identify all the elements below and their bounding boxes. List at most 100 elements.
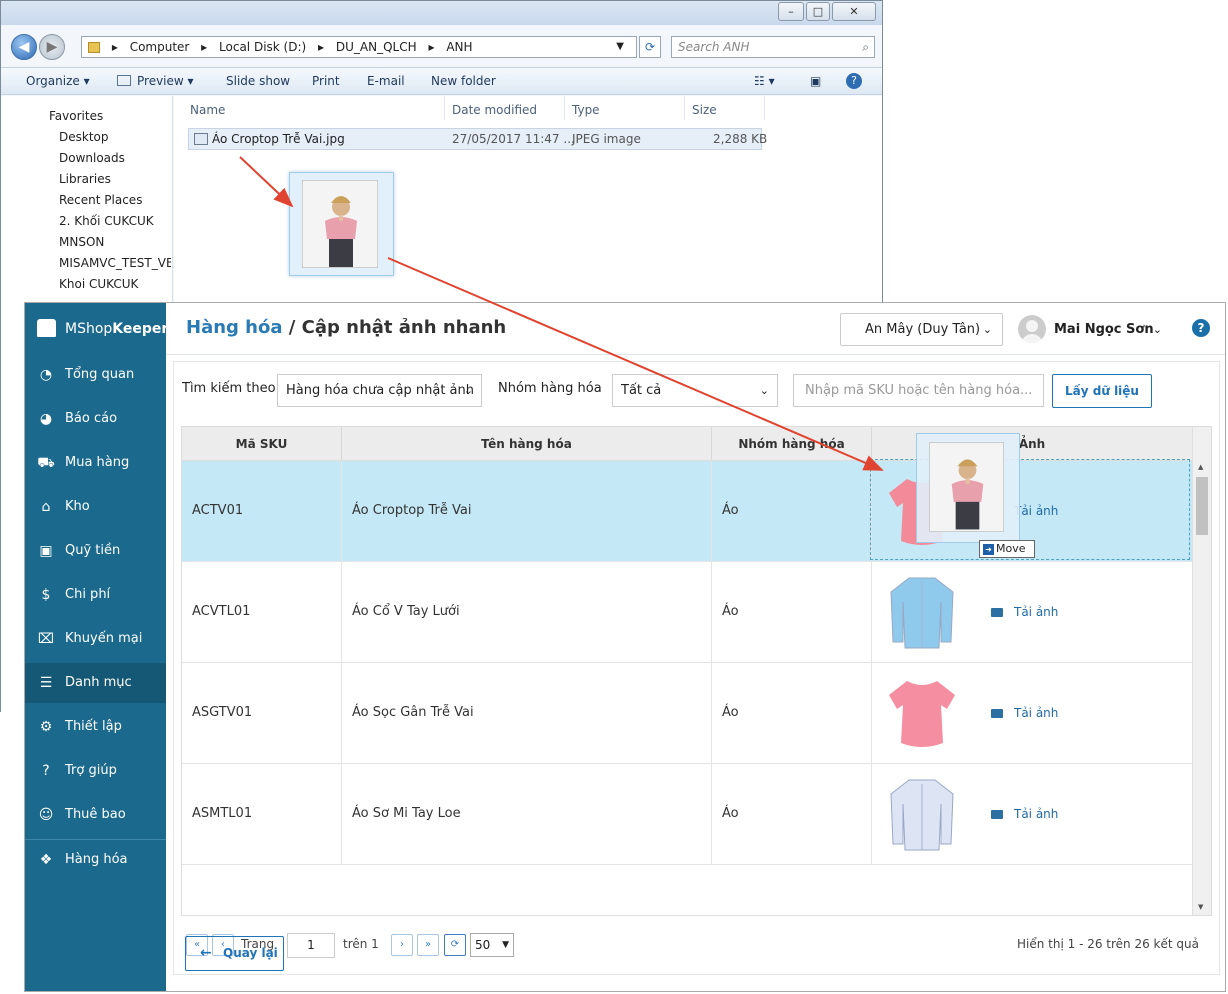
upload-image-button[interactable]: Tải ảnh (991, 764, 1058, 864)
table-row[interactable]: ASMTL01 Áo Sơ Mi Tay Loe Áo Tải ảnh (182, 764, 1192, 865)
column-date-modified[interactable]: Date modified (452, 103, 537, 117)
app-logo[interactable]: MShopKeeper (25, 303, 168, 355)
breadcrumb-folder[interactable]: ANH (446, 40, 472, 54)
view-options-icon[interactable]: ☷ ▾ (754, 74, 775, 88)
nav-khoi-cukcuk-2[interactable]: 2. Khối CUKCUK (59, 214, 193, 228)
upload-image-button[interactable]: Tải ảnh (991, 562, 1058, 662)
table-row[interactable]: ASGTV01 Áo Sọc Gân Trễ Vai Áo Tải ảnh (182, 663, 1192, 764)
chevron-down-icon: ⌄ (759, 384, 769, 397)
header-product-group[interactable]: Nhóm hàng hóa (712, 427, 872, 461)
nav-misamvc[interactable]: MISAMVC_TEST_VER (59, 256, 171, 270)
breadcrumb-computer[interactable]: Computer (130, 40, 190, 54)
bank-icon: ⌂ (41, 499, 51, 515)
cart-icon: ⛟ (37, 455, 55, 471)
sidebar-item-settings[interactable]: ⚙ Thiết lập (25, 707, 166, 747)
minimize-button[interactable]: – (778, 2, 804, 21)
folder-icon (991, 810, 1003, 819)
column-size[interactable]: Size (692, 103, 717, 117)
nav-downloads[interactable]: Downloads (59, 151, 193, 165)
dragging-image-thumbnail[interactable] (916, 433, 1020, 543)
sidebar-item-products[interactable]: ❖ Hàng hóa (25, 840, 166, 880)
folder-icon (991, 608, 1003, 617)
file-name: Áo Croptop Trễ Vai.jpg (212, 132, 345, 146)
slideshow-button[interactable]: Slide show (226, 74, 290, 88)
print-button[interactable]: Print (312, 74, 340, 88)
page-size-select[interactable]: 50 ▼ (470, 933, 514, 957)
header-product-name[interactable]: Tên hàng hóa (342, 427, 712, 461)
explorer-search-input[interactable]: Search ANH ⌕ (671, 36, 875, 58)
back-nav-button[interactable]: ◀ (11, 34, 37, 60)
new-folder-button[interactable]: New folder (431, 74, 496, 88)
email-button[interactable]: E-mail (367, 74, 405, 88)
help-button[interactable]: ? (1192, 319, 1210, 337)
chevron-down-icon[interactable]: ▼ (616, 37, 624, 57)
scrollbar-thumb[interactable] (1196, 477, 1208, 535)
cell-product-group: Áo (712, 764, 872, 864)
file-row[interactable]: Áo Croptop Trễ Vai.jpg 27/05/2017 11:47 … (188, 128, 767, 150)
sidebar-item-cash[interactable]: ▣ Quỹ tiền (25, 531, 166, 571)
page-count: trên 1 (343, 937, 379, 951)
preview-menu[interactable]: Preview ▾ (117, 74, 194, 88)
woman-photo (929, 442, 1004, 532)
fetch-data-button[interactable]: Lấy dữ liệu (1052, 374, 1152, 408)
woman-photo (302, 180, 378, 268)
nav-khoi-cukcuk[interactable]: Khoi CUKCUK (59, 277, 193, 291)
chevron-down-icon: ⌄ (463, 384, 473, 397)
product-group-select[interactable]: Tất cả ⌄ (612, 374, 778, 407)
dashboard-icon: ◔ (39, 367, 53, 383)
product-image (887, 774, 957, 901)
sidebar-item-promotions[interactable]: ⌧ Khuyến mại (25, 619, 166, 659)
table-row[interactable]: ACVTL01 Áo Cổ V Tay Lưới Áo Tải ảnh (182, 562, 1192, 663)
scroll-up-arrow[interactable]: ▲ (1198, 463, 1203, 471)
page-number-input[interactable]: 1 (287, 933, 335, 958)
back-button[interactable]: ← Quay lại (185, 936, 284, 971)
sidebar-item-purchase[interactable]: ⛟ Mua hàng (25, 443, 166, 483)
chevron-down-icon: ▼ (502, 940, 509, 950)
close-button[interactable]: ✕ (832, 2, 876, 21)
breadcrumb-disk[interactable]: Local Disk (D:) (219, 40, 306, 54)
user-menu[interactable]: Mai Ngọc Sơn ⌄ (1018, 315, 1168, 345)
money-bag-icon: $ (41, 587, 51, 603)
nav-favorites[interactable]: ★Favorites (49, 109, 183, 123)
help-icon[interactable]: ? (846, 73, 862, 89)
nav-mnson[interactable]: MNSON (59, 235, 193, 249)
column-name[interactable]: Name (190, 103, 225, 117)
cell-product-group: Áo (712, 461, 872, 561)
last-page-button[interactable]: » (417, 934, 439, 956)
sidebar-item-help[interactable]: ? Trợ giúp (25, 751, 166, 791)
main-content: Hàng hóa / Cập nhật ảnh nhanh An Mây (Du… (166, 303, 1225, 991)
sidebar-item-catalog[interactable]: ☰ Danh mục (25, 663, 166, 703)
store-select[interactable]: An Mây (Duy Tân) ⌄ (840, 313, 1003, 346)
cell-sku: ACTV01 (182, 461, 342, 561)
nav-libraries[interactable]: Libraries (59, 172, 193, 186)
column-type[interactable]: Type (572, 103, 600, 117)
upload-image-button[interactable]: Tải ảnh (991, 663, 1058, 763)
address-bar[interactable]: ▸ Computer ▸ Local Disk (D:) ▸ DU_AN_QLC… (81, 36, 637, 58)
cell-product-name: Áo Cổ V Tay Lưới (342, 562, 712, 662)
sidebar-item-warehouse[interactable]: ⌂ Kho (25, 487, 166, 527)
sidebar-item-reports[interactable]: ◕ Báo cáo (25, 399, 166, 439)
sidebar-item-subscription[interactable]: ☺ Thuê bao (25, 795, 166, 835)
refresh-button[interactable]: ⟳ (639, 36, 661, 58)
drag-thumbnail[interactable] (289, 172, 394, 276)
next-page-button[interactable]: › (391, 934, 413, 956)
maximize-button[interactable]: □ (806, 2, 830, 21)
organize-menu[interactable]: Organize ▾ (26, 74, 90, 88)
forward-nav-button[interactable]: ▶ (39, 34, 65, 60)
grid-scrollbar[interactable]: ▲ ▼ (1192, 427, 1211, 915)
preview-pane-icon[interactable]: ▣ (810, 74, 821, 88)
breadcrumb-products-link[interactable]: Hàng hóa (186, 317, 283, 338)
refresh-icon[interactable]: ⟳ (444, 934, 466, 956)
search-by-select[interactable]: Hàng hóa chưa cập nhật ảnh ⌄ (277, 374, 482, 407)
page-title: Hàng hóa / Cập nhật ảnh nhanh (186, 317, 507, 338)
nav-recent-places[interactable]: Recent Places (59, 193, 193, 207)
sidebar-item-expenses[interactable]: $ Chi phí (25, 575, 166, 615)
nav-desktop[interactable]: Desktop (59, 130, 193, 144)
sku-search-input[interactable]: Nhập mã SKU hoặc tên hàng hóa... (793, 374, 1044, 407)
breadcrumb-project[interactable]: DU_AN_QLCH (336, 40, 417, 54)
explorer-titlebar: – □ ✕ (1, 1, 882, 25)
sidebar-item-overview[interactable]: ◔ Tổng quan (25, 355, 166, 395)
scroll-down-arrow[interactable]: ▼ (1198, 903, 1203, 911)
header-sku[interactable]: Mã SKU (182, 427, 342, 461)
cell-product-group: Áo (712, 562, 872, 662)
